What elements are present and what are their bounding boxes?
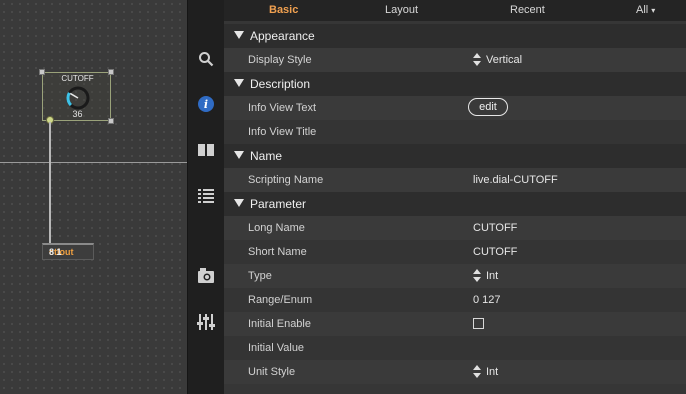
book-icon[interactable] (196, 140, 216, 160)
tab-recent[interactable]: Recent (510, 4, 545, 16)
section-parameter[interactable]: Parameter (224, 192, 686, 216)
patch-guide-line (0, 162, 187, 163)
search-icon[interactable] (196, 49, 216, 69)
dial-knob-icon[interactable] (63, 84, 93, 110)
snapshot-icon[interactable] (196, 266, 216, 286)
property-value[interactable]: live.dial-CUTOFF (473, 174, 558, 186)
property-label: Type (248, 270, 272, 282)
row-unit-style[interactable]: Unit Style Int (224, 360, 686, 384)
row-display-style[interactable]: Display Style Vertical (224, 48, 686, 72)
property-label: Display Style (248, 54, 312, 66)
section-title: Description (250, 77, 311, 91)
section-title: Appearance (250, 29, 315, 43)
disclosure-triangle-icon[interactable] (234, 31, 244, 39)
ctlout-object[interactable]: ctlout 8 1 (42, 243, 94, 260)
patch-cord[interactable] (49, 122, 51, 243)
property-label: Initial Value (248, 342, 305, 354)
property-value[interactable]: Int (486, 270, 498, 282)
row-info-view-title[interactable]: Info View Title (224, 120, 686, 144)
chevron-down-icon: ▾ (651, 6, 656, 15)
property-label: Short Name (248, 246, 307, 258)
row-initial-enable[interactable]: Initial Enable (224, 312, 686, 336)
property-value[interactable]: CUTOFF (473, 222, 517, 234)
mixer-icon[interactable] (196, 312, 216, 332)
row-type[interactable]: Type Int (224, 264, 686, 288)
property-label: Scripting Name (248, 174, 324, 186)
initial-enable-checkbox[interactable] (473, 318, 484, 329)
row-initial-value[interactable]: Initial Value (224, 336, 686, 360)
inspector-panel: Basic Layout Recent All ▾ Appearance Dis… (224, 0, 686, 394)
section-title: Parameter (250, 197, 307, 211)
patcher-canvas[interactable]: CUTOFF 36 ctlout 8 1 (0, 0, 187, 394)
section-appearance[interactable]: Appearance (224, 24, 686, 48)
spinner-arrows-icon[interactable] (473, 269, 481, 283)
property-value[interactable]: 0 127 (473, 294, 501, 306)
tab-all-label: All (636, 4, 649, 16)
list-icon[interactable] (196, 186, 216, 206)
property-label: Initial Enable (248, 318, 311, 330)
info-icon[interactable]: i (198, 96, 214, 112)
property-value[interactable]: Int (486, 366, 498, 378)
tab-layout[interactable]: Layout (385, 4, 418, 16)
disclosure-triangle-icon[interactable] (234, 199, 244, 207)
dial-label: CUTOFF (61, 74, 94, 83)
property-label: Info View Text (248, 102, 317, 114)
tab-all[interactable]: All ▾ (636, 4, 655, 16)
property-label: Info View Title (248, 126, 317, 138)
property-label: Range/Enum (248, 294, 313, 306)
disclosure-triangle-icon[interactable] (234, 151, 244, 159)
live-dial-object[interactable]: CUTOFF 36 (39, 69, 114, 124)
property-label: Long Name (248, 222, 305, 234)
disclosure-triangle-icon[interactable] (234, 79, 244, 87)
row-info-view-text[interactable]: Info View Text edit (224, 96, 686, 120)
section-title: Name (250, 149, 283, 163)
property-value[interactable]: CUTOFF (473, 246, 517, 258)
section-description[interactable]: Description (224, 72, 686, 96)
property-label: Unit Style (248, 366, 296, 378)
inspector-tabs: Basic Layout Recent All ▾ (224, 0, 686, 21)
row-long-name[interactable]: Long Name CUTOFF (224, 216, 686, 240)
object-args: 8 1 (49, 247, 62, 257)
tab-basic[interactable]: Basic (269, 4, 298, 16)
inspector-sidebar: i (187, 0, 224, 394)
row-range-enum[interactable]: Range/Enum 0 127 (224, 288, 686, 312)
edit-button[interactable]: edit (468, 98, 508, 116)
section-name[interactable]: Name (224, 144, 686, 168)
row-short-name[interactable]: Short Name CUTOFF (224, 240, 686, 264)
property-value[interactable]: Vertical (486, 54, 522, 66)
spinner-arrows-icon[interactable] (473, 365, 481, 379)
spinner-arrows-icon[interactable] (473, 53, 481, 67)
row-scripting-name[interactable]: Scripting Name live.dial-CUTOFF (224, 168, 686, 192)
